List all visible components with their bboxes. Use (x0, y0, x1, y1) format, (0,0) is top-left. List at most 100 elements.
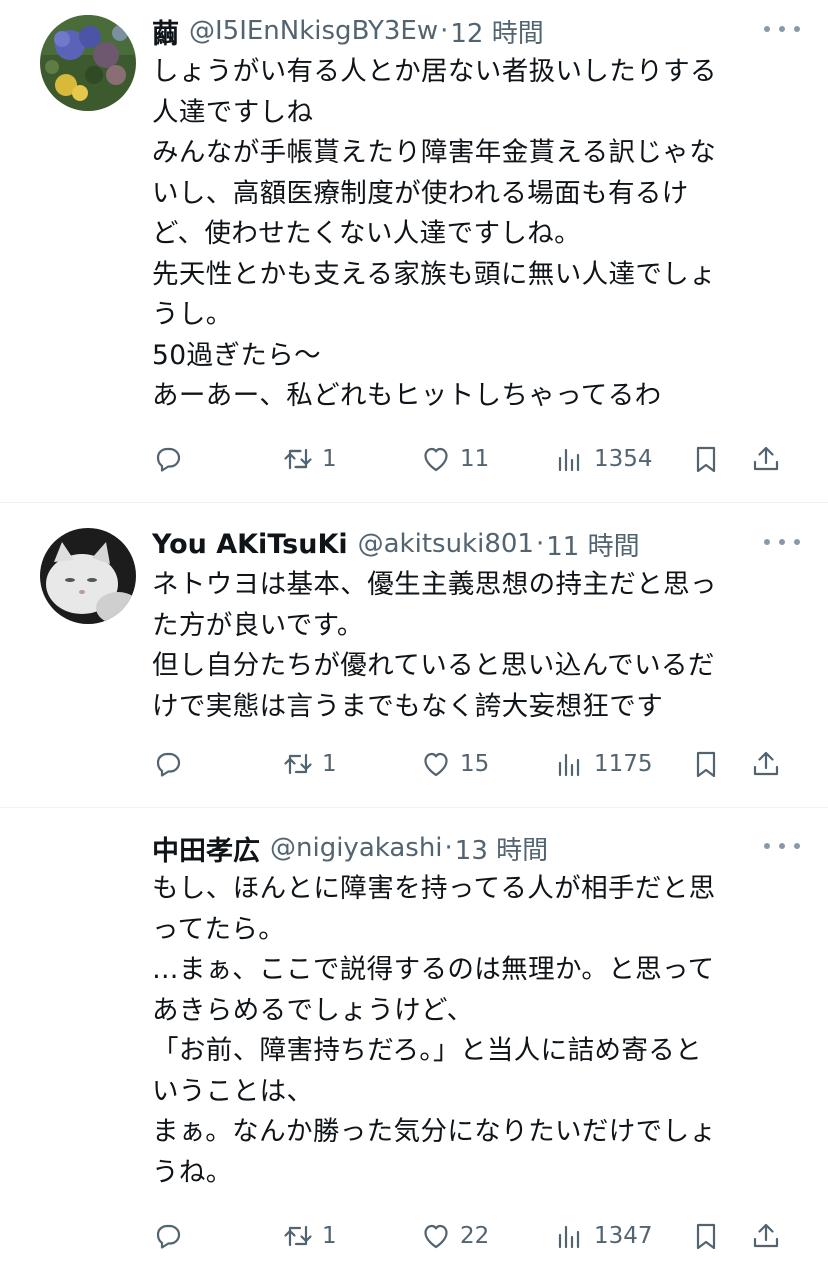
separator-dot: · (444, 833, 453, 863)
display-name[interactable]: 中田孝広 (152, 829, 260, 868)
heart-icon (424, 1224, 448, 1249)
tweet-text-line: 「お前、障害持ちだろ。」と当人に詰め寄ると (152, 1035, 703, 1066)
share-button[interactable] (750, 441, 782, 477)
retweet-icon (284, 448, 312, 470)
views-count: 1354 (594, 446, 653, 472)
user-handle[interactable]: @akitsuki801 (358, 529, 534, 559)
tweet-text-line: けで実態は言うまでもなく誇大妄想狂です (152, 690, 664, 722)
reply-button[interactable] (152, 746, 184, 782)
tweet-text-line: うし。 (152, 299, 233, 330)
share-button[interactable] (750, 1218, 782, 1254)
avatar-blank-image (40, 832, 136, 928)
tweet-item[interactable]: You AKiTsuKi @akitsuki801 · 11 時間 ネトウヨは基… (0, 503, 828, 808)
tweet-header: 中田孝広 @nigiyakashi · 13 時間 (152, 829, 800, 868)
display-name[interactable]: 繭 (152, 12, 179, 51)
views-button[interactable]: 1354 (554, 441, 653, 477)
tweet-text-line: 人達ですしね (152, 96, 314, 128)
heart-icon (424, 447, 448, 472)
avatar[interactable] (40, 528, 136, 624)
tweet-text-line: ってたら。 (152, 913, 286, 945)
tweet-text: もし、ほんとに障害を持ってる人が相手だと思 ってたら。 …まぁ、ここで説得するの… (152, 869, 800, 1193)
separator-dot: · (440, 16, 449, 46)
tweet-text-line: 50過ぎたら〜 (152, 339, 322, 371)
views-button[interactable]: 1347 (554, 1218, 653, 1254)
avatar-cat-image (40, 528, 136, 624)
like-button[interactable]: 11 (420, 441, 489, 477)
tweet-text-line: ど、使わせたくない人達ですしね。 (152, 218, 582, 249)
reply-icon (156, 752, 181, 777)
retweet-icon (284, 1225, 312, 1247)
tweet-text-line: しょうがい有る人とか居ない者扱いしたりする (152, 56, 717, 87)
action-bar: 1 11 1354 (152, 441, 800, 477)
tweet-text-line: 先天性とかも支える家族も頭に無い人達でしょ (152, 258, 717, 290)
separator-dot: · (535, 529, 545, 559)
tweet-text: ネトウヨは基本、優生主義思想の持主だと思っ た方が良いです。 但し自分たちが優れ… (152, 565, 800, 727)
more-icon[interactable] (764, 835, 800, 857)
share-icon (753, 1223, 779, 1248)
retweet-count: 1 (322, 1223, 337, 1249)
avatar[interactable] (40, 832, 136, 928)
retweet-icon (284, 753, 312, 775)
share-icon (753, 446, 779, 471)
like-count: 11 (460, 446, 490, 472)
bookmark-icon (696, 1223, 716, 1250)
tweet-item[interactable]: 中田孝広 @nigiyakashi · 13 時間 もし、ほんとに障害を持ってる… (0, 808, 828, 1264)
like-count: 22 (460, 1223, 490, 1249)
reply-button[interactable] (152, 441, 184, 477)
like-button[interactable]: 22 (420, 1218, 489, 1254)
like-count: 15 (460, 751, 490, 777)
avatar[interactable] (40, 15, 136, 111)
heart-icon (424, 752, 448, 777)
bookmark-button[interactable] (690, 1218, 722, 1254)
reply-button[interactable] (152, 1218, 184, 1254)
user-handle[interactable]: @nigiyakashi (270, 833, 443, 863)
timestamp[interactable]: 12 時間 (450, 13, 543, 50)
retweet-count: 1 (322, 751, 337, 777)
tweet-text-line: た方が良いです。 (152, 609, 364, 641)
more-icon[interactable] (764, 531, 800, 553)
tweet-text-line: 但し自分たちが優れていると思い込んでいるだ (152, 650, 715, 681)
user-handle[interactable]: @I5IEnNkisgBY3Ew (189, 16, 438, 46)
action-bar: 1 15 1175 (152, 746, 800, 782)
reply-icon (156, 1224, 181, 1249)
tweet-text-line: ネトウヨは基本、優生主義思想の持主だと思っ (152, 569, 717, 600)
retweet-button[interactable]: 1 (282, 1218, 337, 1254)
action-bar: 1 22 1347 (152, 1218, 800, 1254)
views-icon (558, 1225, 580, 1249)
views-icon (558, 753, 580, 777)
tweet-text: しょうがい有る人とか居ない者扱いしたりする 人達ですしね みんなが手帳貰えたり障… (152, 52, 800, 417)
reply-icon (156, 447, 181, 472)
tweet-text-line: いうことは、 (152, 1075, 314, 1107)
bookmark-icon (696, 751, 716, 778)
timestamp[interactable]: 11 時間 (546, 526, 639, 563)
tweet-item[interactable]: 繭 @I5IEnNkisgBY3Ew · 12 時間 しょうがい有る人とか居ない… (0, 0, 828, 503)
tweet-text-line: うね。 (152, 1156, 233, 1188)
share-button[interactable] (750, 746, 782, 782)
display-name[interactable]: You AKiTsuKi (152, 529, 348, 560)
views-count: 1175 (594, 751, 653, 777)
avatar-flowers-image (40, 15, 136, 111)
views-icon (558, 448, 580, 472)
tweet-text-line: あーあー、私どれもヒットしちゃってるわ (152, 380, 662, 411)
retweet-count: 1 (322, 446, 337, 472)
tweet-header: 繭 @I5IEnNkisgBY3Ew · 12 時間 (152, 12, 800, 51)
share-icon (753, 751, 779, 776)
timestamp[interactable]: 13 時間 (455, 830, 548, 867)
views-count: 1347 (594, 1223, 653, 1249)
bookmark-icon (696, 446, 716, 473)
bookmark-button[interactable] (690, 441, 722, 477)
tweet-text-line: …まぁ、ここで説得するのは無理か。と思って (152, 954, 715, 985)
bookmark-button[interactable] (690, 746, 722, 782)
tweet-text-line: みんなが手帳貰えたり障害年金貰える訳じゃな (152, 137, 717, 168)
tweet-text-line: まぁ。なんか勝った気分になりたいだけでしょ (152, 1116, 717, 1147)
tweet-text-line: あきらめるでしょうけど、 (152, 994, 474, 1026)
tweet-text-line: もし、ほんとに障害を持ってる人が相手だと思 (152, 873, 716, 904)
retweet-button[interactable]: 1 (282, 746, 337, 782)
tweet-header: You AKiTsuKi @akitsuki801 · 11 時間 (152, 526, 800, 563)
retweet-button[interactable]: 1 (282, 441, 337, 477)
reply-feed: 繭 @I5IEnNkisgBY3Ew · 12 時間 しょうがい有る人とか居ない… (0, 0, 828, 1264)
more-icon[interactable] (764, 18, 800, 40)
tweet-text-line: いし、高額医療制度が使われる場面も有るけ (152, 177, 689, 209)
like-button[interactable]: 15 (420, 746, 489, 782)
views-button[interactable]: 1175 (554, 746, 653, 782)
